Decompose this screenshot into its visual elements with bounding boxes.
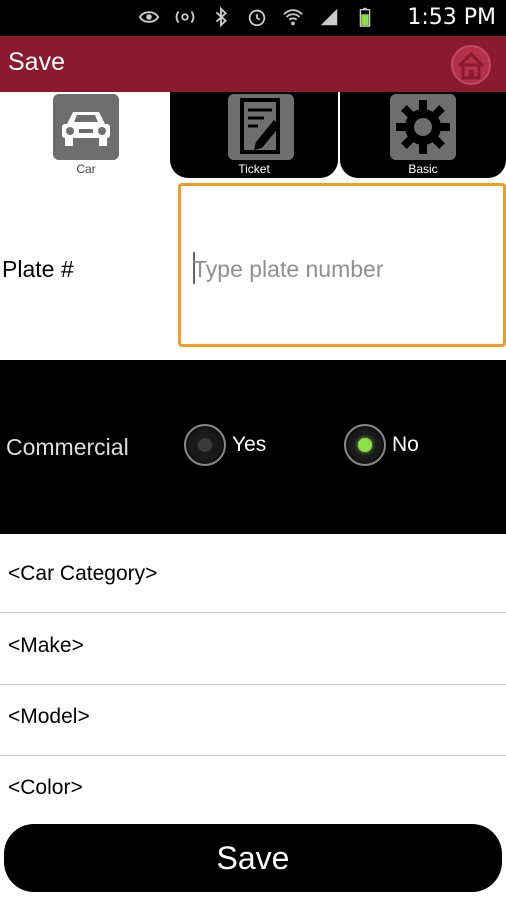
make-label: <Make>	[8, 634, 84, 657]
radio-no-label: No	[392, 433, 419, 456]
tab-basic[interactable]: Basic	[340, 92, 506, 178]
model-field[interactable]: <Model>	[0, 685, 506, 756]
plate-input[interactable]	[191, 248, 495, 290]
radio-yes-label: Yes	[232, 433, 267, 456]
commercial-section: Commercial Yes No	[0, 360, 506, 534]
plate-label: Plate #	[2, 256, 74, 282]
plate-row: Plate #	[0, 180, 506, 360]
color-field[interactable]: <Color>	[0, 756, 506, 826]
radio-no[interactable]: No	[344, 422, 419, 468]
wifi-icon	[283, 9, 303, 26]
tab-ticket[interactable]: Ticket	[170, 92, 338, 178]
signal-icon	[320, 8, 338, 26]
gear-icon	[390, 94, 456, 160]
tab-bar: Car Ticket Basic	[0, 92, 506, 180]
battery-icon	[359, 7, 371, 27]
bluetooth-icon	[215, 6, 227, 28]
plate-input-box[interactable]	[178, 183, 506, 347]
make-field[interactable]: <Make>	[0, 614, 506, 685]
nfc-icon	[175, 10, 195, 24]
alarm-icon	[248, 9, 266, 27]
car-icon	[53, 94, 119, 160]
model-label: <Model>	[8, 705, 90, 728]
tab-ticket-label: Ticket	[238, 162, 270, 176]
status-bar: 1:53 PM	[0, 0, 506, 36]
eye-icon	[138, 11, 160, 23]
action-bar-title[interactable]: Save	[8, 48, 65, 77]
radio-yes-circle[interactable]	[184, 424, 226, 466]
tab-car-label: Car	[76, 162, 96, 176]
status-icons	[138, 6, 376, 28]
tab-basic-label: Basic	[408, 162, 438, 176]
status-time: 1:53 PM	[407, 5, 496, 30]
ticket-icon	[228, 94, 294, 160]
save-button-label: Save	[216, 839, 290, 876]
commercial-label: Commercial	[6, 434, 129, 460]
color-label: <Color>	[8, 776, 83, 799]
tab-car[interactable]: Car	[50, 92, 122, 178]
radio-yes[interactable]: Yes	[184, 422, 266, 468]
radio-no-circle[interactable]	[344, 424, 386, 466]
home-icon[interactable]	[450, 44, 492, 86]
action-bar: Save	[0, 36, 506, 92]
car-category-field[interactable]: <Car Category>	[0, 542, 506, 613]
car-category-label: <Car Category>	[8, 562, 158, 585]
save-button[interactable]: Save	[4, 824, 502, 892]
